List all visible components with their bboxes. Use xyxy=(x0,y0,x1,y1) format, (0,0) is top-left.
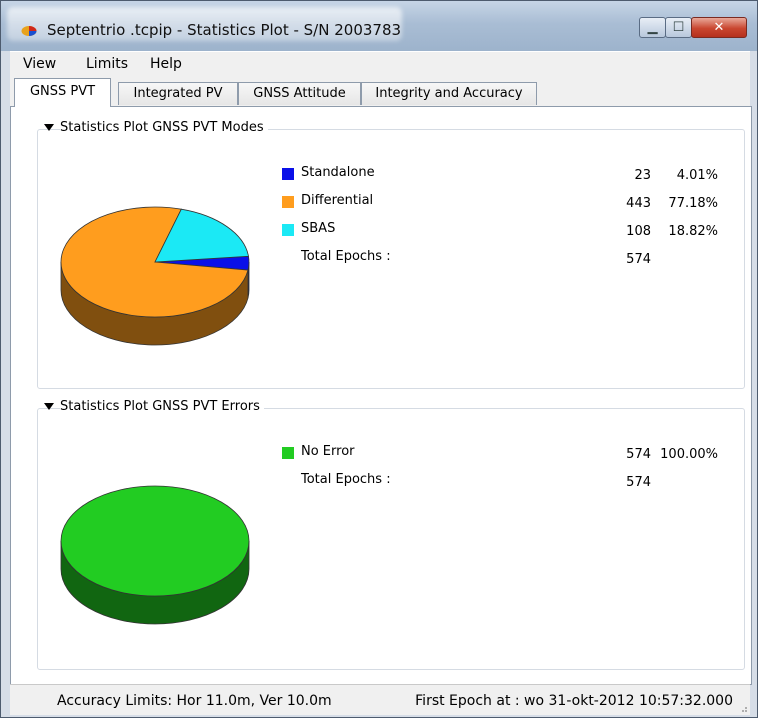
maximize-icon: ☐ xyxy=(672,20,685,35)
differential-percent: 77.18% xyxy=(668,196,718,211)
accuracy-limits: Accuracy Limits: Hor 11.0m, Ver 10.0m xyxy=(57,693,332,709)
status-bar: Accuracy Limits: Hor 11.0m, Ver 10.0m Fi… xyxy=(10,684,750,715)
menu-view[interactable]: View xyxy=(23,56,56,72)
pie-chart-errors xyxy=(60,485,250,625)
collapse-triangle-icon[interactable] xyxy=(44,124,54,131)
minimize-icon: ▁ xyxy=(647,20,658,35)
sbas-swatch xyxy=(282,224,294,236)
group-pvt-errors: Statistics Plot GNSS PVT Errors No Error… xyxy=(37,399,745,670)
total-epochs-label: Total Epochs : xyxy=(301,472,391,487)
no-error-percent: 100.00% xyxy=(660,447,718,462)
legend-differential: Differential xyxy=(301,193,374,208)
total-epochs-label: Total Epochs : xyxy=(301,249,391,264)
maximize-button[interactable]: ☐ xyxy=(665,17,692,38)
no-error-swatch xyxy=(282,447,294,459)
group-title-modes: Statistics Plot GNSS PVT Modes xyxy=(60,120,268,135)
resize-grip-icon[interactable] xyxy=(738,703,748,713)
tab-integrated-pv[interactable]: Integrated PV xyxy=(118,82,238,105)
close-button[interactable]: ✕ xyxy=(691,17,747,38)
group-title-errors: Statistics Plot GNSS PVT Errors xyxy=(60,399,264,414)
differential-swatch xyxy=(282,196,294,208)
no-error-count: 574 xyxy=(626,447,651,462)
minimize-button[interactable]: ▁ xyxy=(639,17,666,38)
title-bar[interactable]: Septentrio .tcpip - Statistics Plot - S/… xyxy=(1,1,757,51)
pie-chart-modes xyxy=(60,206,250,346)
differential-count: 443 xyxy=(626,196,651,211)
window-title: Septentrio .tcpip - Statistics Plot - S/… xyxy=(47,21,402,39)
standalone-count: 23 xyxy=(634,168,651,183)
menu-help[interactable]: Help xyxy=(150,56,182,72)
total-epochs-value: 574 xyxy=(626,475,651,490)
tab-gnss-attitude[interactable]: GNSS Attitude xyxy=(238,82,361,105)
menu-bar: View Limits Help xyxy=(10,51,750,78)
sbas-count: 108 xyxy=(626,224,651,239)
menu-limits[interactable]: Limits xyxy=(86,56,128,72)
first-epoch: First Epoch at : wo 31-okt-2012 10:57:32… xyxy=(415,693,733,709)
total-epochs-value: 574 xyxy=(626,252,651,267)
septentrio-logo-icon xyxy=(21,26,37,36)
tab-gnss-pvt[interactable]: GNSS PVT xyxy=(14,78,111,107)
group-pvt-modes: Statistics Plot GNSS PVT Modes Standalon… xyxy=(37,120,745,389)
tab-panel-gnss-pvt: Statistics Plot GNSS PVT Modes Standalon… xyxy=(10,106,752,685)
sbas-percent: 18.82% xyxy=(668,224,718,239)
application-window: Septentrio .tcpip - Statistics Plot - S/… xyxy=(0,0,758,718)
tab-integrity-accuracy[interactable]: Integrity and Accuracy xyxy=(361,82,537,105)
pie-slice-no-error xyxy=(60,485,250,597)
standalone-percent: 4.01% xyxy=(676,168,718,183)
legend-standalone: Standalone xyxy=(301,165,375,180)
legend-no-error: No Error xyxy=(301,444,355,459)
legend-sbas: SBAS xyxy=(301,221,336,236)
collapse-triangle-icon[interactable] xyxy=(44,403,54,410)
tab-strip: GNSS PVT Integrated PV GNSS Attitude Int… xyxy=(10,77,750,107)
close-icon: ✕ xyxy=(713,20,725,35)
standalone-swatch xyxy=(282,168,294,180)
